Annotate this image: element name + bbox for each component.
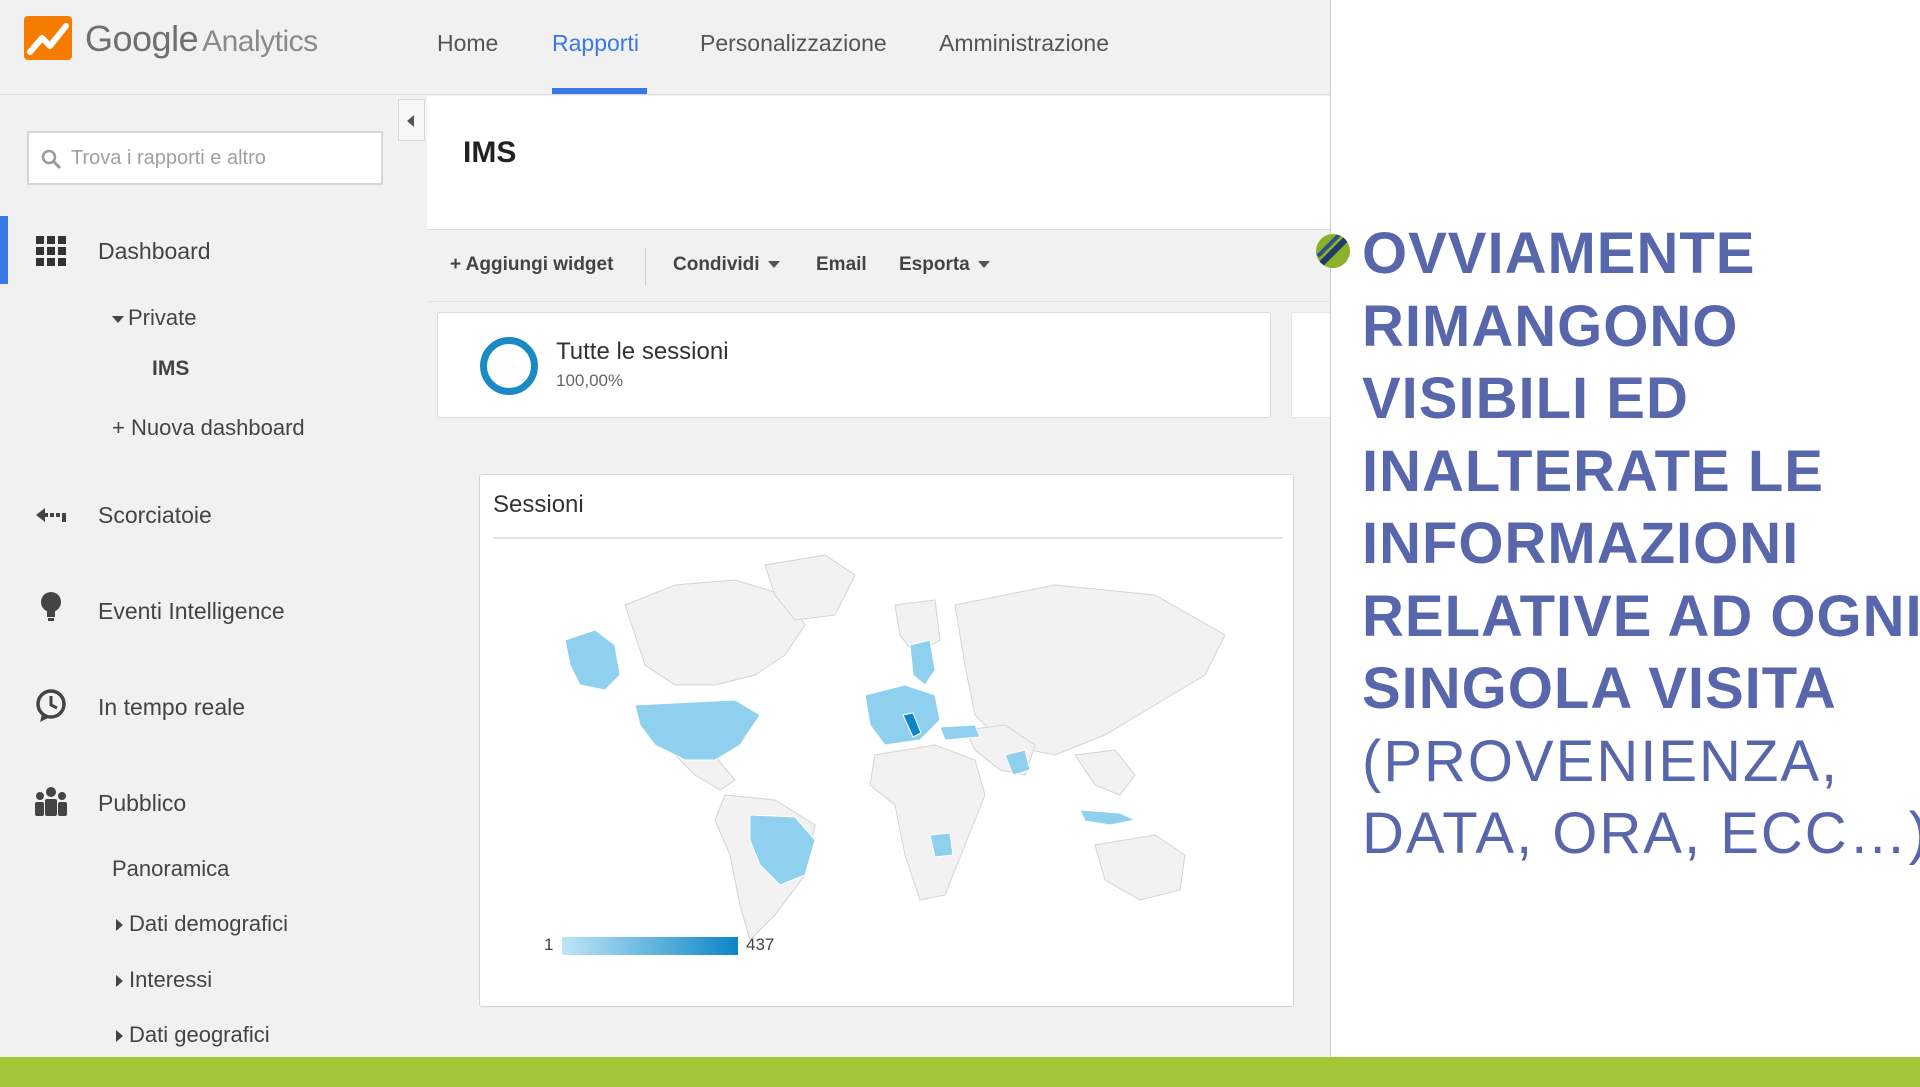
sidebar-label-intelligence: Eventi Intelligence xyxy=(98,598,285,624)
segment-name: Tutte le sessioni xyxy=(556,338,729,365)
map-region-turkey xyxy=(939,724,981,741)
expand-right-icon xyxy=(116,1030,123,1043)
clock-icon xyxy=(36,689,66,722)
legend-min-label: 1 xyxy=(544,935,554,954)
bottom-accent-band xyxy=(0,1057,1920,1087)
bullet-icon xyxy=(1316,234,1350,268)
segment-percent: 100,00% xyxy=(556,371,624,390)
map-region-indonesia xyxy=(1079,809,1137,826)
expand-down-icon xyxy=(112,315,124,323)
page-title: IMS xyxy=(463,136,517,169)
expand-right-icon xyxy=(116,975,123,988)
grid-icon xyxy=(36,236,66,266)
nav-personalizzazione[interactable]: Personalizzazione xyxy=(700,30,887,57)
slide-line: DATA, ORA, ECC…) xyxy=(1362,801,1920,866)
analytics-screenshot: Google Analytics Home Rapporti Personaliz… xyxy=(0,0,1331,1057)
sidebar-item-overview[interactable]: Panoramica xyxy=(112,856,229,882)
sidebar-item-dashboard[interactable]: Dashboard xyxy=(0,228,425,274)
widget-title: Sessioni xyxy=(493,491,584,518)
sidebar-item-intelligence[interactable]: Eventi Intelligence xyxy=(0,590,425,632)
sidebar: Dashboard Private IMS + Nuova dashboard … xyxy=(0,96,425,1057)
chevron-down-icon xyxy=(767,261,780,269)
sidebar-item-shortcuts[interactable]: Scorciatoie xyxy=(0,494,425,536)
slide-line: OVVIAMENTE xyxy=(1362,221,1756,286)
add-segment-card[interactable] xyxy=(1291,312,1330,418)
dashboard-toolbar: + Aggiungi widget Condividi Email Esport… xyxy=(427,232,1330,302)
sidebar-label-geo: Dati geografici xyxy=(129,1022,270,1047)
map-region-scandinavia xyxy=(909,639,936,686)
search-input[interactable] xyxy=(71,143,371,173)
segment-ring-icon xyxy=(480,337,538,395)
sidebar-item-audience[interactable]: Pubblico xyxy=(0,782,425,824)
collapse-left-icon xyxy=(407,115,414,127)
slide-text: OVVIAMENTE RIMANGONO VISIBILI ED INALTER… xyxy=(1362,218,1920,871)
export-button[interactable]: Esporta xyxy=(899,254,990,276)
expand-right-icon xyxy=(116,919,123,932)
search-icon xyxy=(41,149,62,170)
slide-line: VISIBILI ED xyxy=(1362,366,1689,431)
report-search[interactable] xyxy=(27,131,383,185)
slide-line: INFORMAZIONI xyxy=(1362,511,1800,576)
sidebar-label-interests: Interessi xyxy=(129,967,213,992)
sidebar-label-shortcuts: Scorciatoie xyxy=(98,502,212,528)
nav-rapporti[interactable]: Rapporti xyxy=(552,30,639,57)
nav-home[interactable]: Home xyxy=(437,30,498,57)
sidebar-item-new-dashboard[interactable]: + Nuova dashboard xyxy=(112,415,305,441)
sidebar-item-interests[interactable]: Interessi xyxy=(116,967,212,993)
google-analytics-logo xyxy=(24,16,72,60)
world-map xyxy=(564,554,1226,941)
map-region-southeast-asia xyxy=(1074,749,1136,796)
nav-amministrazione[interactable]: Amministrazione xyxy=(939,30,1109,57)
sidebar-item-demographics[interactable]: Dati demografici xyxy=(116,911,288,937)
active-tab-indicator xyxy=(552,88,647,94)
slide-line: RELATIVE AD OGNI xyxy=(1362,583,1920,649)
sidebar-label-private: Private xyxy=(128,305,197,330)
sidebar-item-ims[interactable]: IMS xyxy=(152,357,189,381)
sidebar-item-private[interactable]: Private xyxy=(112,305,196,331)
segment-card[interactable]: Tutte le sessioni 100,00% xyxy=(437,312,1271,418)
people-icon xyxy=(35,787,67,816)
slide-line: (PROVENIENZA, xyxy=(1362,728,1840,794)
slide-line: INALTERATE LE xyxy=(1362,438,1824,504)
sidebar-item-geo[interactable]: Dati geografici xyxy=(116,1022,270,1048)
map-region-usa xyxy=(634,699,761,761)
sidebar-label-audience: Pubblico xyxy=(98,790,187,816)
legend-color-scale xyxy=(562,937,738,955)
sidebar-item-realtime[interactable]: In tempo reale xyxy=(0,686,425,728)
lightbulb-icon xyxy=(41,592,61,621)
share-button[interactable]: Condividi xyxy=(673,254,780,276)
brand-title: Google Analytics xyxy=(85,18,318,59)
sessions-map-widget: Sessioni 1 437 xyxy=(479,474,1294,1007)
slide-line: RIMANGONO xyxy=(1362,293,1739,359)
collapse-sidebar-button[interactable] xyxy=(398,99,425,141)
title-band: IMS xyxy=(427,96,1330,230)
add-widget-button[interactable]: + Aggiungi widget xyxy=(450,254,613,276)
map-region-australia xyxy=(1094,834,1186,901)
map-region-alaska xyxy=(564,629,621,691)
top-bar: Google Analytics Home Rapporti Personaliz… xyxy=(0,0,1330,95)
chevron-down-icon xyxy=(977,261,990,269)
sidebar-label-dashboard: Dashboard xyxy=(98,238,211,264)
legend-max-label: 437 xyxy=(746,935,775,954)
main-content: IMS + Aggiungi widget Condividi Email Es… xyxy=(427,96,1330,1057)
slide-line: SINGOLA VISITA xyxy=(1362,656,1837,721)
shortcut-arrow-icon xyxy=(36,508,66,522)
map-region-africa xyxy=(869,744,986,901)
sidebar-label-demographics: Dati demografici xyxy=(129,911,288,936)
export-label: Esporta xyxy=(899,254,970,275)
share-label: Condividi xyxy=(673,254,760,275)
widget-divider xyxy=(493,537,1283,539)
email-button[interactable]: Email xyxy=(816,254,867,276)
sidebar-label-realtime: In tempo reale xyxy=(98,694,246,720)
toolbar-divider xyxy=(645,248,646,286)
